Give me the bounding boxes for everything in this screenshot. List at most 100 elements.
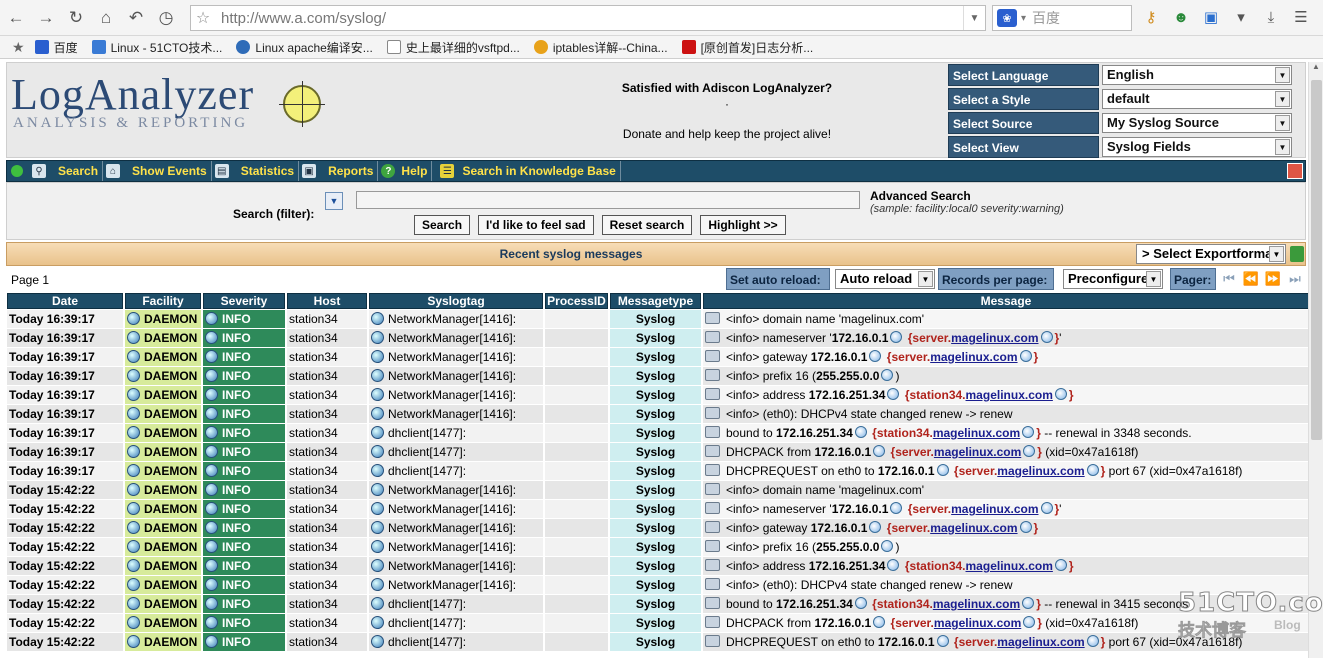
severity-value[interactable]: INFO bbox=[222, 597, 251, 611]
facility-value[interactable]: DAEMON bbox=[144, 483, 197, 497]
scroll-up-icon[interactable]: ▲ bbox=[1309, 62, 1323, 77]
user-icon[interactable]: ☻ bbox=[1170, 6, 1192, 28]
scrollbar-thumb[interactable] bbox=[1311, 80, 1322, 440]
cell-severity[interactable]: INFO bbox=[203, 462, 285, 480]
forward-icon[interactable]: → bbox=[32, 4, 60, 32]
reset-search-button[interactable]: Reset search bbox=[601, 215, 693, 235]
cell-message[interactable]: <info> gateway 172.16.0.1 {server.mageli… bbox=[703, 519, 1309, 537]
facility-value[interactable]: DAEMON bbox=[144, 635, 197, 649]
address-bar[interactable]: ☆ http://www.a.com/syslog/ ▼ bbox=[190, 5, 986, 31]
messagetype-value[interactable]: Syslog bbox=[636, 464, 675, 478]
cell-date[interactable]: Today 16:39:17 bbox=[7, 443, 123, 461]
cell-severity[interactable]: INFO bbox=[203, 500, 285, 518]
messagetype-value[interactable]: Syslog bbox=[636, 312, 675, 326]
messagetype-value[interactable]: Syslog bbox=[636, 559, 675, 573]
cell-host[interactable]: station34 bbox=[287, 443, 367, 461]
cell-facility[interactable]: DAEMON bbox=[125, 576, 201, 594]
menu-knowledge-base[interactable]: ☰ Search in Knowledge Base bbox=[432, 161, 621, 181]
table-row[interactable]: Today 15:42:22 DAEMON INFO station34 Network… bbox=[7, 576, 1309, 594]
severity-value[interactable]: INFO bbox=[222, 483, 251, 497]
ip-address[interactable]: 172.16.251.34 bbox=[809, 559, 886, 573]
facility-value[interactable]: DAEMON bbox=[144, 559, 197, 573]
facility-value[interactable]: DAEMON bbox=[144, 407, 197, 421]
cell-date[interactable]: Today 15:42:22 bbox=[7, 500, 123, 518]
table-row[interactable]: Today 15:42:22 DAEMON INFO station34 Network… bbox=[7, 500, 1309, 518]
facility-value[interactable]: DAEMON bbox=[144, 388, 197, 402]
facility-value[interactable]: DAEMON bbox=[144, 578, 197, 592]
back-icon[interactable]: ← bbox=[2, 4, 30, 32]
cell-message[interactable]: bound to 172.16.251.34 {station34.mageli… bbox=[703, 424, 1309, 442]
cell-syslogtag[interactable]: dhclient[1477]: bbox=[369, 424, 543, 442]
table-row[interactable]: Today 16:39:17 DAEMON INFO station34 Network… bbox=[7, 329, 1309, 347]
ip-address[interactable]: 172.16.251.34 bbox=[776, 426, 853, 440]
date-value[interactable]: Today 16:39:17 bbox=[9, 388, 95, 402]
cell-date[interactable]: Today 16:39:17 bbox=[7, 386, 123, 404]
severity-value[interactable]: INFO bbox=[222, 369, 251, 383]
messagetype-value[interactable]: Syslog bbox=[636, 616, 675, 630]
cell-date[interactable]: Today 16:39:17 bbox=[7, 348, 123, 366]
ip-address[interactable]: 172.16.0.1 bbox=[878, 635, 935, 649]
cell-facility[interactable]: DAEMON bbox=[125, 519, 201, 537]
export-format-select[interactable]: > Select Exportformat ▼ bbox=[1136, 244, 1286, 264]
ip-address[interactable]: 172.16.251.34 bbox=[776, 597, 853, 611]
date-value[interactable]: Today 16:39:17 bbox=[9, 312, 95, 326]
host-value[interactable]: station34 bbox=[289, 635, 338, 649]
syslogtag-value[interactable]: dhclient[1477]: bbox=[388, 464, 466, 478]
cell-message[interactable]: <info> gateway 172.16.0.1 {server.mageli… bbox=[703, 348, 1309, 366]
domain-link[interactable]: magelinux.com bbox=[997, 464, 1084, 478]
cell-severity[interactable]: INFO bbox=[203, 443, 285, 461]
cell-date[interactable]: Today 16:39:17 bbox=[7, 329, 123, 347]
date-value[interactable]: Today 15:42:22 bbox=[9, 616, 95, 630]
severity-value[interactable]: INFO bbox=[222, 426, 251, 440]
table-row[interactable]: Today 16:39:17 DAEMON INFO station34 dhclien… bbox=[7, 424, 1309, 442]
cell-message[interactable]: <info> (eth0): DHCPv4 state changed rene… bbox=[703, 405, 1309, 423]
advanced-search-link[interactable]: Advanced Search bbox=[870, 189, 1064, 203]
date-value[interactable]: Today 16:39:17 bbox=[9, 331, 95, 345]
cell-messagetype[interactable]: Syslog bbox=[610, 462, 701, 480]
loganalyzer-logo[interactable]: LogAnalyzer ANALYSIS & REPORTING bbox=[11, 67, 331, 153]
host-value[interactable]: station34 bbox=[289, 388, 338, 402]
ip-address[interactable]: 172.16.251.34 bbox=[809, 388, 886, 402]
cell-facility[interactable]: DAEMON bbox=[125, 310, 201, 328]
filter-dropdown-icon[interactable]: ▼ bbox=[325, 192, 343, 210]
table-row[interactable]: Today 15:42:22 DAEMON INFO station34 Network… bbox=[7, 481, 1309, 499]
cell-messagetype[interactable]: Syslog bbox=[610, 614, 701, 632]
cell-date[interactable]: Today 15:42:22 bbox=[7, 519, 123, 537]
cell-messagetype[interactable]: Syslog bbox=[610, 329, 701, 347]
cell-message[interactable]: DHCPREQUEST on eth0 to 172.16.0.1 {serve… bbox=[703, 462, 1309, 480]
host-value[interactable]: station34 bbox=[289, 540, 338, 554]
cell-message[interactable]: <info> domain name 'magelinux.com' bbox=[703, 481, 1309, 499]
last-page-icon[interactable]: ⏭ bbox=[1285, 270, 1305, 288]
ip-address[interactable]: 172.16.0.1 bbox=[811, 521, 868, 535]
facility-value[interactable]: DAEMON bbox=[144, 426, 197, 440]
date-value[interactable]: Today 15:42:22 bbox=[9, 635, 95, 649]
host-value[interactable]: station34 bbox=[289, 350, 338, 364]
translate-icon[interactable]: ▣ bbox=[1200, 6, 1222, 28]
cell-severity[interactable]: INFO bbox=[203, 481, 285, 499]
export-icon[interactable] bbox=[1290, 246, 1304, 262]
host-value[interactable]: station34 bbox=[289, 312, 338, 326]
table-row[interactable]: Today 15:42:22 DAEMON INFO station34 dhclien… bbox=[7, 633, 1309, 651]
cell-messagetype[interactable]: Syslog bbox=[610, 424, 701, 442]
syslogtag-value[interactable]: NetworkManager[1416]: bbox=[388, 331, 516, 345]
date-value[interactable]: Today 16:39:17 bbox=[9, 407, 95, 421]
menu-dropdown-icon[interactable]: ▾ bbox=[1230, 6, 1252, 28]
cell-message[interactable]: DHCPACK from 172.16.0.1 {server.magelinu… bbox=[703, 443, 1309, 461]
menu-show-events[interactable]: ⌂ Show Events bbox=[103, 161, 212, 181]
cell-date[interactable]: Today 15:42:22 bbox=[7, 633, 123, 651]
messagetype-value[interactable]: Syslog bbox=[636, 369, 675, 383]
table-row[interactable]: Today 16:39:17 DAEMON INFO station34 Network… bbox=[7, 405, 1309, 423]
host-value[interactable]: station34 bbox=[289, 369, 338, 383]
bookmark-star-icon[interactable]: ☆ bbox=[191, 8, 215, 28]
facility-value[interactable]: DAEMON bbox=[144, 597, 197, 611]
column-header-message[interactable]: Message bbox=[703, 293, 1309, 309]
cell-date[interactable]: Today 16:39:17 bbox=[7, 367, 123, 385]
domain-link[interactable]: magelinux.com bbox=[933, 597, 1020, 611]
cell-syslogtag[interactable]: NetworkManager[1416]: bbox=[369, 481, 543, 499]
domain-link[interactable]: magelinux.com bbox=[951, 331, 1038, 345]
reload-icon[interactable]: ↻ bbox=[62, 4, 90, 32]
cell-host[interactable]: station34 bbox=[287, 310, 367, 328]
cell-message[interactable]: <info> address 172.16.251.34 {station34.… bbox=[703, 386, 1309, 404]
messagetype-value[interactable]: Syslog bbox=[636, 388, 675, 402]
syslogtag-value[interactable]: NetworkManager[1416]: bbox=[388, 388, 516, 402]
